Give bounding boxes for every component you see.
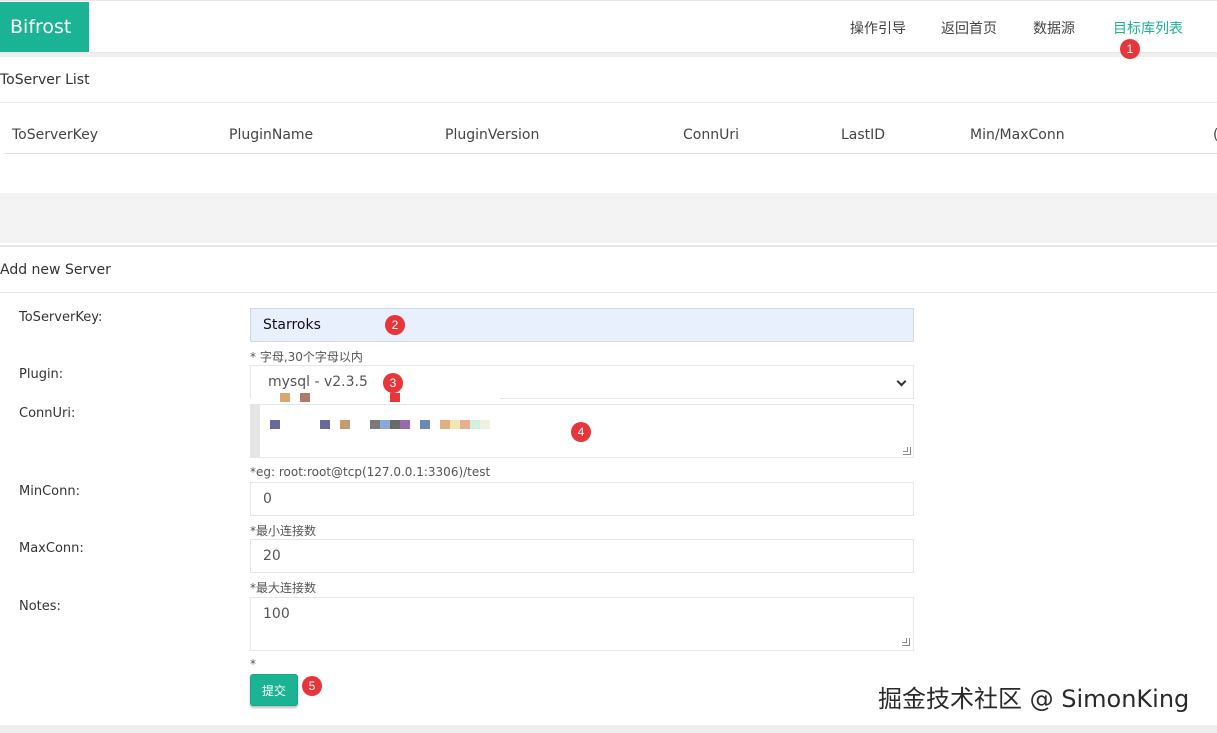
annotation-badge-5: 5: [302, 676, 322, 696]
resize-handle-icon[interactable]: [903, 447, 911, 455]
toserverkey-help: * 字母,30个字母以内: [250, 350, 363, 364]
column-header-pluginversion: PluginVersion: [445, 127, 540, 143]
nav-item-guide[interactable]: 操作引导: [850, 18, 906, 38]
notes-label: Notes:: [19, 599, 61, 614]
panel-divider: [0, 102, 1217, 103]
maxconn-help: *最大连接数: [250, 581, 317, 595]
page-gap: [0, 193, 1217, 243]
column-header-toserverkey: ToServerKey: [12, 127, 99, 143]
column-header-lastid: LastID: [841, 127, 886, 143]
column-header-minmaxconn: Min/MaxConn: [970, 127, 1065, 143]
plugin-label: Plugin:: [19, 367, 64, 382]
column-header-truncated: (: [1213, 127, 1217, 143]
brand-logo[interactable]: Bifrost: [0, 2, 89, 52]
plugin-selected-value: mysql - v2.3.5: [268, 374, 368, 390]
toserverkey-input[interactable]: Starroks: [250, 308, 914, 342]
plugin-select[interactable]: mysql - v2.3.5: [250, 365, 914, 399]
notes-help: *: [250, 657, 256, 671]
toserver-list-title: ToServer List: [0, 72, 90, 88]
minconn-help: *最小连接数: [250, 524, 317, 538]
maxconn-input[interactable]: 20: [250, 539, 914, 573]
resize-handle-icon[interactable]: [902, 638, 910, 646]
table-header-underline: [5, 153, 1217, 154]
minconn-input[interactable]: 0: [250, 482, 914, 516]
annotation-badge-1: 1: [1120, 39, 1140, 59]
nav-item-datasource[interactable]: 数据源: [1033, 18, 1075, 38]
watermark-text: 掘金技术社区 @ SimonKing: [878, 685, 1190, 713]
column-header-connuri: ConnUri: [683, 127, 739, 143]
column-header-pluginname: PluginName: [229, 127, 314, 143]
submit-button[interactable]: 提交: [250, 674, 298, 706]
nav-item-home[interactable]: 返回首页: [941, 18, 997, 38]
section-top-border: [0, 245, 1217, 247]
annotation-badge-2: 2: [385, 315, 405, 335]
nav-item-target-list[interactable]: 目标库列表: [1113, 18, 1183, 38]
add-server-title: Add new Server: [0, 262, 111, 278]
top-navbar: Bifrost 操作引导 返回首页 数据源 目标库列表: [0, 0, 1217, 57]
chevron-down-icon: [896, 376, 907, 387]
page-bottom-border: [0, 725, 1217, 733]
panel-divider: [0, 292, 1217, 293]
notes-textarea[interactable]: 100: [250, 597, 914, 651]
annotation-badge-3: 3: [383, 373, 403, 393]
minconn-label: MinConn:: [19, 484, 80, 499]
toserverkey-label: ToServerKey:: [19, 310, 103, 325]
connuri-label: ConnUri:: [19, 406, 76, 421]
maxconn-label: MaxConn:: [19, 541, 84, 556]
connuri-help: *eg: root:root@tcp(127.0.0.1:3306)/test: [250, 465, 491, 479]
annotation-badge-4: 4: [571, 422, 591, 442]
